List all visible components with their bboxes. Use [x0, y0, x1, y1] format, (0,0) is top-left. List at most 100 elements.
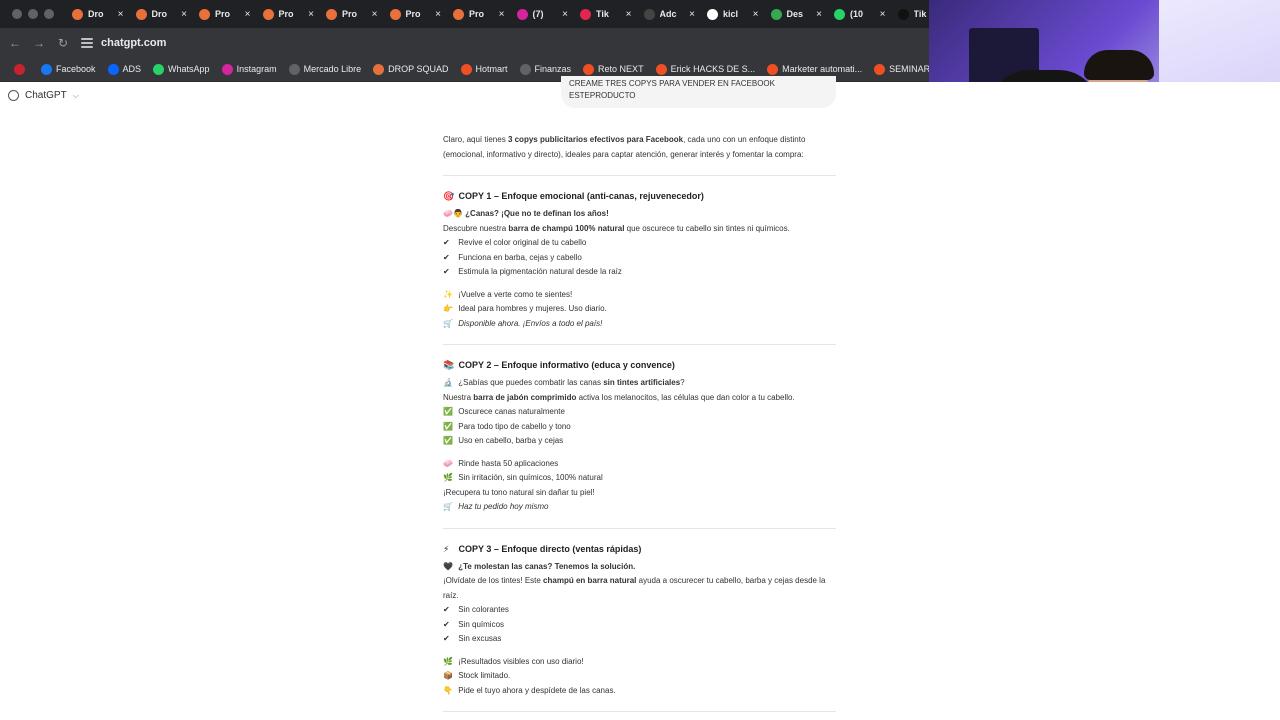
close-tab-icon[interactable]: × [689, 9, 695, 20]
model-label: ChatGPT [25, 90, 67, 101]
browser-tab[interactable]: Pro × [191, 0, 255, 28]
browser-tab[interactable]: Dro × [64, 0, 128, 28]
divider [443, 344, 836, 345]
close-tab-icon[interactable]: × [562, 9, 568, 20]
dropi-icon [453, 8, 464, 20]
tab-label: (10 [850, 9, 864, 19]
browser-tab[interactable]: Tik × [572, 0, 636, 28]
tab-label: (7) [532, 9, 544, 19]
presenter-hair [1084, 50, 1154, 80]
divider [443, 711, 836, 712]
benefit-line: 🧼 Rinde hasta 50 aplicaciones [443, 457, 836, 472]
bookmark-item[interactable]: Reto NEXT [583, 63, 644, 75]
tab-label: Pro [469, 9, 485, 19]
tab-strip: Dro × Dro × Pro × Pro × Pro × Pro × Pro × (7) × Tik × Adc ×… [64, 0, 953, 28]
browser-tab[interactable]: Pro × [382, 0, 446, 28]
back-button[interactable]: ← [3, 36, 27, 50]
dropi-icon [373, 63, 385, 75]
copy-1-heading: 🎯 COPY 1 – Enfoque emocional (anti-canas… [443, 191, 704, 201]
close-tab-icon[interactable]: × [245, 9, 251, 20]
copy-1-checklist: ✔ Revive el color original de tu cabello… [443, 236, 836, 280]
bookmark-label: ADS [122, 64, 142, 74]
pinterest-icon [14, 63, 25, 75]
checklist-item: ✔ Revive el color original de tu cabello [443, 236, 836, 251]
copy-3-description: ¡Olvídate de los tintes! Este champú en … [443, 576, 826, 600]
close-tab-icon[interactable]: × [118, 9, 124, 20]
bookmark-item[interactable]: Erick HACKS DE S... [655, 63, 756, 75]
url-text[interactable]: chatgpt.com [101, 37, 166, 49]
tab-label: Dro [151, 9, 168, 19]
browser-tab[interactable]: Dro × [128, 0, 192, 28]
close-tab-icon[interactable]: × [626, 9, 632, 20]
tab-label: Dro [88, 9, 104, 19]
browser-tab[interactable]: Pro × [318, 0, 382, 28]
bookmark-item[interactable]: ADS [107, 63, 142, 75]
model-selector[interactable]: ChatGPT ⌵ [8, 90, 79, 101]
close-tab-icon[interactable]: × [880, 9, 886, 20]
tab-label: Pro [405, 9, 421, 19]
facebook-icon [41, 63, 52, 75]
black-heart-icon: 🖤 [443, 561, 453, 571]
bookmark-item[interactable]: DROP SQUAD [373, 63, 449, 75]
site-settings-icon[interactable] [81, 37, 93, 48]
copy-1-section: 🎯 COPY 1 – Enfoque emocional (anti-canas… [443, 189, 836, 331]
browser-tab[interactable]: Adc × [636, 0, 700, 28]
microscope-icon: 🔬 [443, 378, 453, 387]
emoji-icon: 🧼 [443, 458, 453, 468]
checkmark-icon: ✅ [443, 436, 453, 445]
tab-label: Pro [342, 9, 358, 19]
assistant-response: Claro, aquí tienes 3 copys publicitarios… [443, 132, 836, 720]
books-icon: 📚 [443, 360, 455, 370]
response-intro: Claro, aquí tienes 3 copys publicitarios… [443, 135, 806, 159]
benefit-line: ✨ ¡Vuelve a verte como te sientes! [443, 288, 836, 303]
checkmark-icon: ✔ [443, 619, 450, 629]
forward-button[interactable]: → [27, 36, 51, 50]
close-tab-icon[interactable]: × [499, 9, 505, 20]
bookmark-label: Finanzas [534, 64, 572, 74]
browser-tab[interactable]: kicl × [699, 0, 763, 28]
browser-tab[interactable]: Pro × [445, 0, 509, 28]
bookmark-item[interactable]: Marketer automati... [767, 63, 862, 75]
browser-tab[interactable]: (10 × [826, 0, 890, 28]
close-tab-icon[interactable]: × [181, 9, 187, 20]
window-controls[interactable] [0, 9, 64, 19]
bookmark-item[interactable]: Hotmart [460, 63, 508, 75]
bookmark-label: Facebook [56, 64, 96, 74]
checklist-item: ✔ Sin químicos [443, 618, 836, 633]
benefit-line: 👇 Pide el tuyo ahora y despídete de las … [443, 684, 836, 699]
browser-toolbar: ← → ↻ chatgpt.com [0, 28, 929, 57]
close-window-button[interactable] [12, 9, 22, 19]
close-tab-icon[interactable]: × [816, 9, 822, 20]
dropi-icon [72, 8, 83, 20]
close-tab-icon[interactable]: × [435, 9, 441, 20]
close-tab-icon[interactable]: × [308, 9, 314, 20]
browser-tab[interactable]: Des × [763, 0, 827, 28]
copy-1-description: Descubre nuestra barra de champú 100% na… [443, 223, 790, 233]
dropi-icon [135, 8, 147, 20]
bookmark-label: Erick HACKS DE S... [670, 64, 756, 74]
browser-tab[interactable]: (7) × [509, 0, 573, 28]
bookmark-item[interactable]: WhatsApp [153, 63, 210, 75]
emoji-icon: 🌿 [443, 656, 453, 666]
cart-icon: 🛒 [443, 502, 453, 511]
bookmark-item[interactable] [14, 63, 29, 75]
close-tab-icon[interactable]: × [372, 9, 378, 20]
hotmart-icon [767, 63, 779, 75]
minimize-window-button[interactable] [28, 9, 38, 19]
close-tab-icon[interactable]: × [753, 9, 759, 20]
bookmark-item[interactable]: Mercado Libre [288, 63, 361, 75]
checklist-item: ✅ Uso en cabello, barba y cejas [443, 434, 836, 449]
bookmark-item[interactable]: Finanzas [519, 63, 572, 75]
target-icon: 🎯 [443, 191, 455, 201]
bookmark-item[interactable]: Facebook [41, 63, 96, 75]
tab-label: Adc [659, 9, 677, 19]
copy-2-benefits: 🧼 Rinde hasta 50 aplicaciones 🌿 Sin irrit… [443, 457, 836, 486]
browser-tab[interactable]: Pro × [255, 0, 319, 28]
bookmark-item[interactable]: Instagram [221, 63, 277, 75]
instagram-icon [516, 8, 528, 20]
tiktok-red-icon [580, 8, 591, 20]
maximize-window-button[interactable] [44, 9, 54, 19]
address-bar[interactable]: chatgpt.com [81, 32, 166, 54]
copy-2-heading: 📚 COPY 2 – Enfoque informativo (educa y … [443, 360, 675, 370]
reload-button[interactable]: ↻ [51, 36, 75, 50]
